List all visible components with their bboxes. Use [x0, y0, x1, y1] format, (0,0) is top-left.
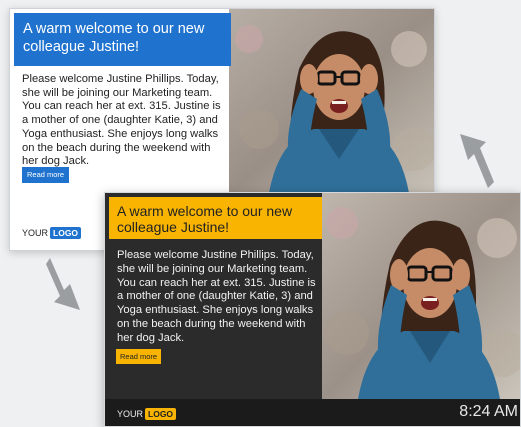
employee-photo	[322, 193, 520, 399]
dark-theme-card: A warm welcome to our new colleague Just…	[104, 192, 521, 427]
footer-bar: YOUR LOGO 8:24 AM	[105, 399, 520, 426]
welcome-message: Please welcome Justine Phillips. Today, …	[117, 249, 316, 344]
welcome-message: Please welcome Justine Phillips. Today, …	[22, 73, 221, 168]
logo-your-text: YOUR	[117, 409, 144, 419]
logo-badge: LOGO	[145, 408, 177, 420]
company-logo: YOUR LOGO	[22, 227, 82, 239]
logo-your-text: YOUR	[22, 228, 49, 238]
read-more-button[interactable]: Read more	[116, 349, 162, 364]
welcome-title: A warm welcome to our new colleague Just…	[14, 13, 231, 66]
read-more-button[interactable]: Read more	[22, 167, 70, 183]
welcome-title: A warm welcome to our new colleague Just…	[109, 197, 322, 239]
clock: 8:24 AM	[459, 403, 518, 420]
logo-badge: LOGO	[50, 227, 82, 239]
arrow-down-right-icon	[46, 258, 80, 310]
arrow-up-left-icon	[460, 134, 494, 188]
company-logo: YOUR LOGO	[117, 408, 177, 420]
employee-photo	[229, 9, 434, 193]
